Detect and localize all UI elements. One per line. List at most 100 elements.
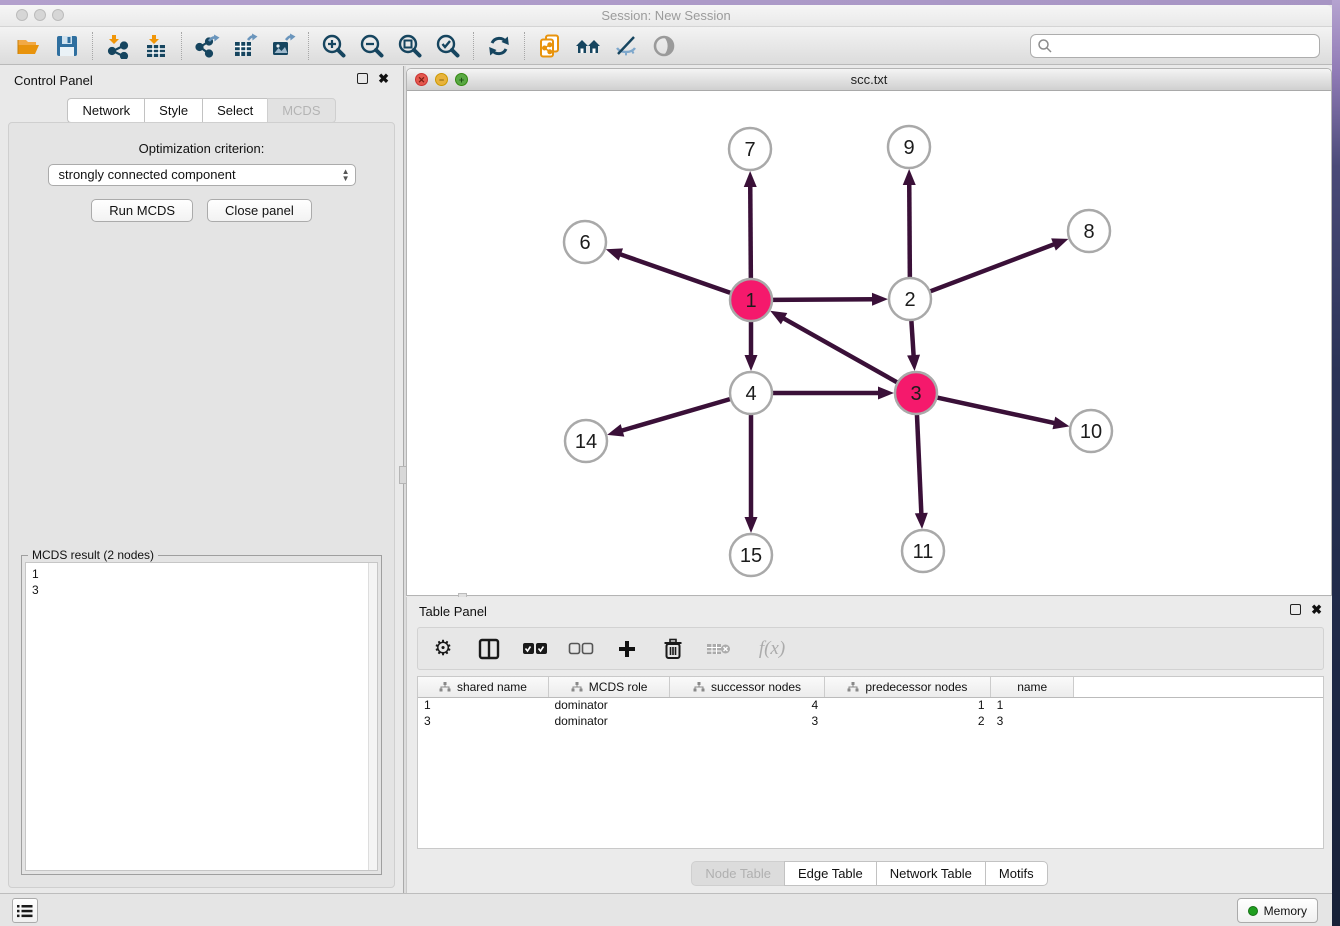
toolbar-separator: [524, 32, 525, 60]
show-panel-list-button[interactable]: [12, 898, 38, 923]
cell-mcds-role[interactable]: dominator: [548, 713, 669, 729]
float-panel-icon[interactable]: [357, 73, 368, 84]
import-network-button[interactable]: [99, 30, 137, 62]
show-eye-icon: [651, 33, 677, 59]
graph-edge[interactable]: [781, 317, 897, 383]
graph-edge[interactable]: [620, 399, 731, 431]
graph-edge[interactable]: [937, 397, 1057, 423]
graph-edge[interactable]: [750, 184, 751, 279]
graph-edge[interactable]: [618, 254, 731, 294]
close-panel-button[interactable]: Close panel: [207, 199, 312, 222]
save-session-button[interactable]: [48, 30, 86, 62]
format-columns-button[interactable]: [476, 636, 502, 662]
float-table-panel-icon[interactable]: [1290, 604, 1301, 615]
first-neighbors-icon: [574, 33, 602, 59]
tab-select[interactable]: Select: [202, 98, 267, 123]
refresh-view-button[interactable]: [480, 30, 518, 62]
show-all-button[interactable]: [645, 30, 683, 62]
first-neighbors-button[interactable]: [569, 30, 607, 62]
graph-node-label: 3: [910, 383, 921, 405]
tab-mcds[interactable]: MCDS: [267, 98, 335, 123]
table-row[interactable]: 3 dominator 3 2 3: [418, 713, 1323, 729]
zoom-in-icon: [321, 33, 347, 59]
cell-successor-nodes[interactable]: 3: [670, 713, 824, 729]
import-table-button[interactable]: [137, 30, 175, 62]
open-session-button[interactable]: [10, 30, 48, 62]
table-panel-title: Table Panel: [419, 604, 487, 619]
duplicate-network-button[interactable]: [531, 30, 569, 62]
tab-node-table[interactable]: Node Table: [691, 861, 784, 886]
tab-network-table[interactable]: Network Table: [876, 861, 985, 886]
close-panel-icon[interactable]: ✖: [378, 73, 389, 84]
graph-edge-arrowhead: [878, 387, 894, 400]
zoom-out-button[interactable]: [353, 30, 391, 62]
add-row-button[interactable]: [614, 636, 640, 662]
memory-status-icon: [1248, 906, 1258, 916]
criterion-dropdown[interactable]: strongly connected component ▲▼: [48, 164, 356, 186]
network-window-title: scc.txt: [407, 72, 1331, 87]
tab-style[interactable]: Style: [144, 98, 202, 123]
close-table-panel-icon[interactable]: ✖: [1311, 604, 1322, 615]
tab-motifs[interactable]: Motifs: [985, 861, 1048, 886]
result-scrollbar[interactable]: [368, 563, 377, 870]
graph-edge-arrowhead: [915, 513, 928, 529]
graph-edge[interactable]: [930, 243, 1057, 291]
optimization-criterion-label: Optimization criterion:: [9, 141, 394, 156]
tab-edge-table[interactable]: Edge Table: [784, 861, 876, 886]
graph-edge[interactable]: [772, 299, 875, 300]
node-table-grid: shared name MCDS role successor nodes pr…: [418, 677, 1323, 729]
cell-name[interactable]: 3: [991, 713, 1074, 729]
table-row[interactable]: 1 dominator 4 1 1: [418, 697, 1323, 713]
zoom-selected-button[interactable]: [429, 30, 467, 62]
export-table-button[interactable]: [226, 30, 264, 62]
search-box[interactable]: [1030, 34, 1320, 58]
graph-edge[interactable]: [909, 182, 910, 278]
graph-node-label: 14: [575, 431, 597, 453]
column-header-mcds-role[interactable]: MCDS role: [548, 677, 669, 697]
delete-table-button[interactable]: [706, 636, 732, 662]
cell-mcds-role[interactable]: dominator: [548, 697, 669, 713]
export-network-button[interactable]: [188, 30, 226, 62]
hide-selected-button[interactable]: [607, 30, 645, 62]
control-panel: Control Panel ✖ Network Style Select MCD…: [0, 66, 403, 896]
graph-node-label: 9: [903, 137, 914, 159]
graph-node-label: 4: [745, 383, 756, 405]
export-image-icon: [270, 33, 296, 59]
toolbar-separator: [181, 32, 182, 60]
mcds-tab-content: Optimization criterion: strongly connect…: [8, 122, 395, 888]
cell-shared-name[interactable]: 3: [418, 713, 548, 729]
mcds-result-list[interactable]: 1 3: [25, 562, 378, 871]
cell-shared-name[interactable]: 1: [418, 697, 548, 713]
cell-predecessor-nodes[interactable]: 2: [824, 713, 990, 729]
gear-icon: ⚙: [434, 638, 453, 660]
run-mcds-button[interactable]: Run MCDS: [91, 199, 193, 222]
graph-edge[interactable]: [917, 414, 922, 516]
select-all-button[interactable]: [522, 636, 548, 662]
search-input[interactable]: [1053, 39, 1319, 54]
zoom-fit-button[interactable]: [391, 30, 429, 62]
column-header-name[interactable]: name: [991, 677, 1074, 697]
tab-network[interactable]: Network: [67, 98, 144, 123]
zoom-in-button[interactable]: [315, 30, 353, 62]
deselect-all-button[interactable]: [568, 636, 594, 662]
control-panel-tabs: Network Style Select MCDS: [0, 98, 403, 123]
function-builder-button[interactable]: f(x): [752, 636, 792, 662]
memory-button[interactable]: Memory: [1237, 898, 1318, 923]
sort-icon: [693, 682, 705, 692]
table-settings-button[interactable]: ⚙: [430, 636, 456, 662]
column-header-shared-name[interactable]: shared name: [418, 677, 548, 697]
column-header-successor-nodes[interactable]: successor nodes: [670, 677, 824, 697]
delete-rows-button[interactable]: [660, 636, 686, 662]
cell-successor-nodes[interactable]: 4: [670, 697, 824, 713]
graph-edge-arrowhead: [745, 517, 758, 533]
export-image-button[interactable]: [264, 30, 302, 62]
graph-edge[interactable]: [911, 320, 913, 358]
graph-node-label: 11: [913, 541, 934, 563]
dropdown-stepper-icon: ▲▼: [342, 168, 350, 182]
criterion-value: strongly connected component: [59, 167, 236, 182]
cell-predecessor-nodes[interactable]: 1: [824, 697, 990, 713]
graph-node-label: 15: [740, 545, 762, 567]
cell-name[interactable]: 1: [991, 697, 1074, 713]
column-header-predecessor-nodes[interactable]: predecessor nodes: [824, 677, 990, 697]
network-graph[interactable]: 7968124314101511: [407, 91, 1331, 595]
